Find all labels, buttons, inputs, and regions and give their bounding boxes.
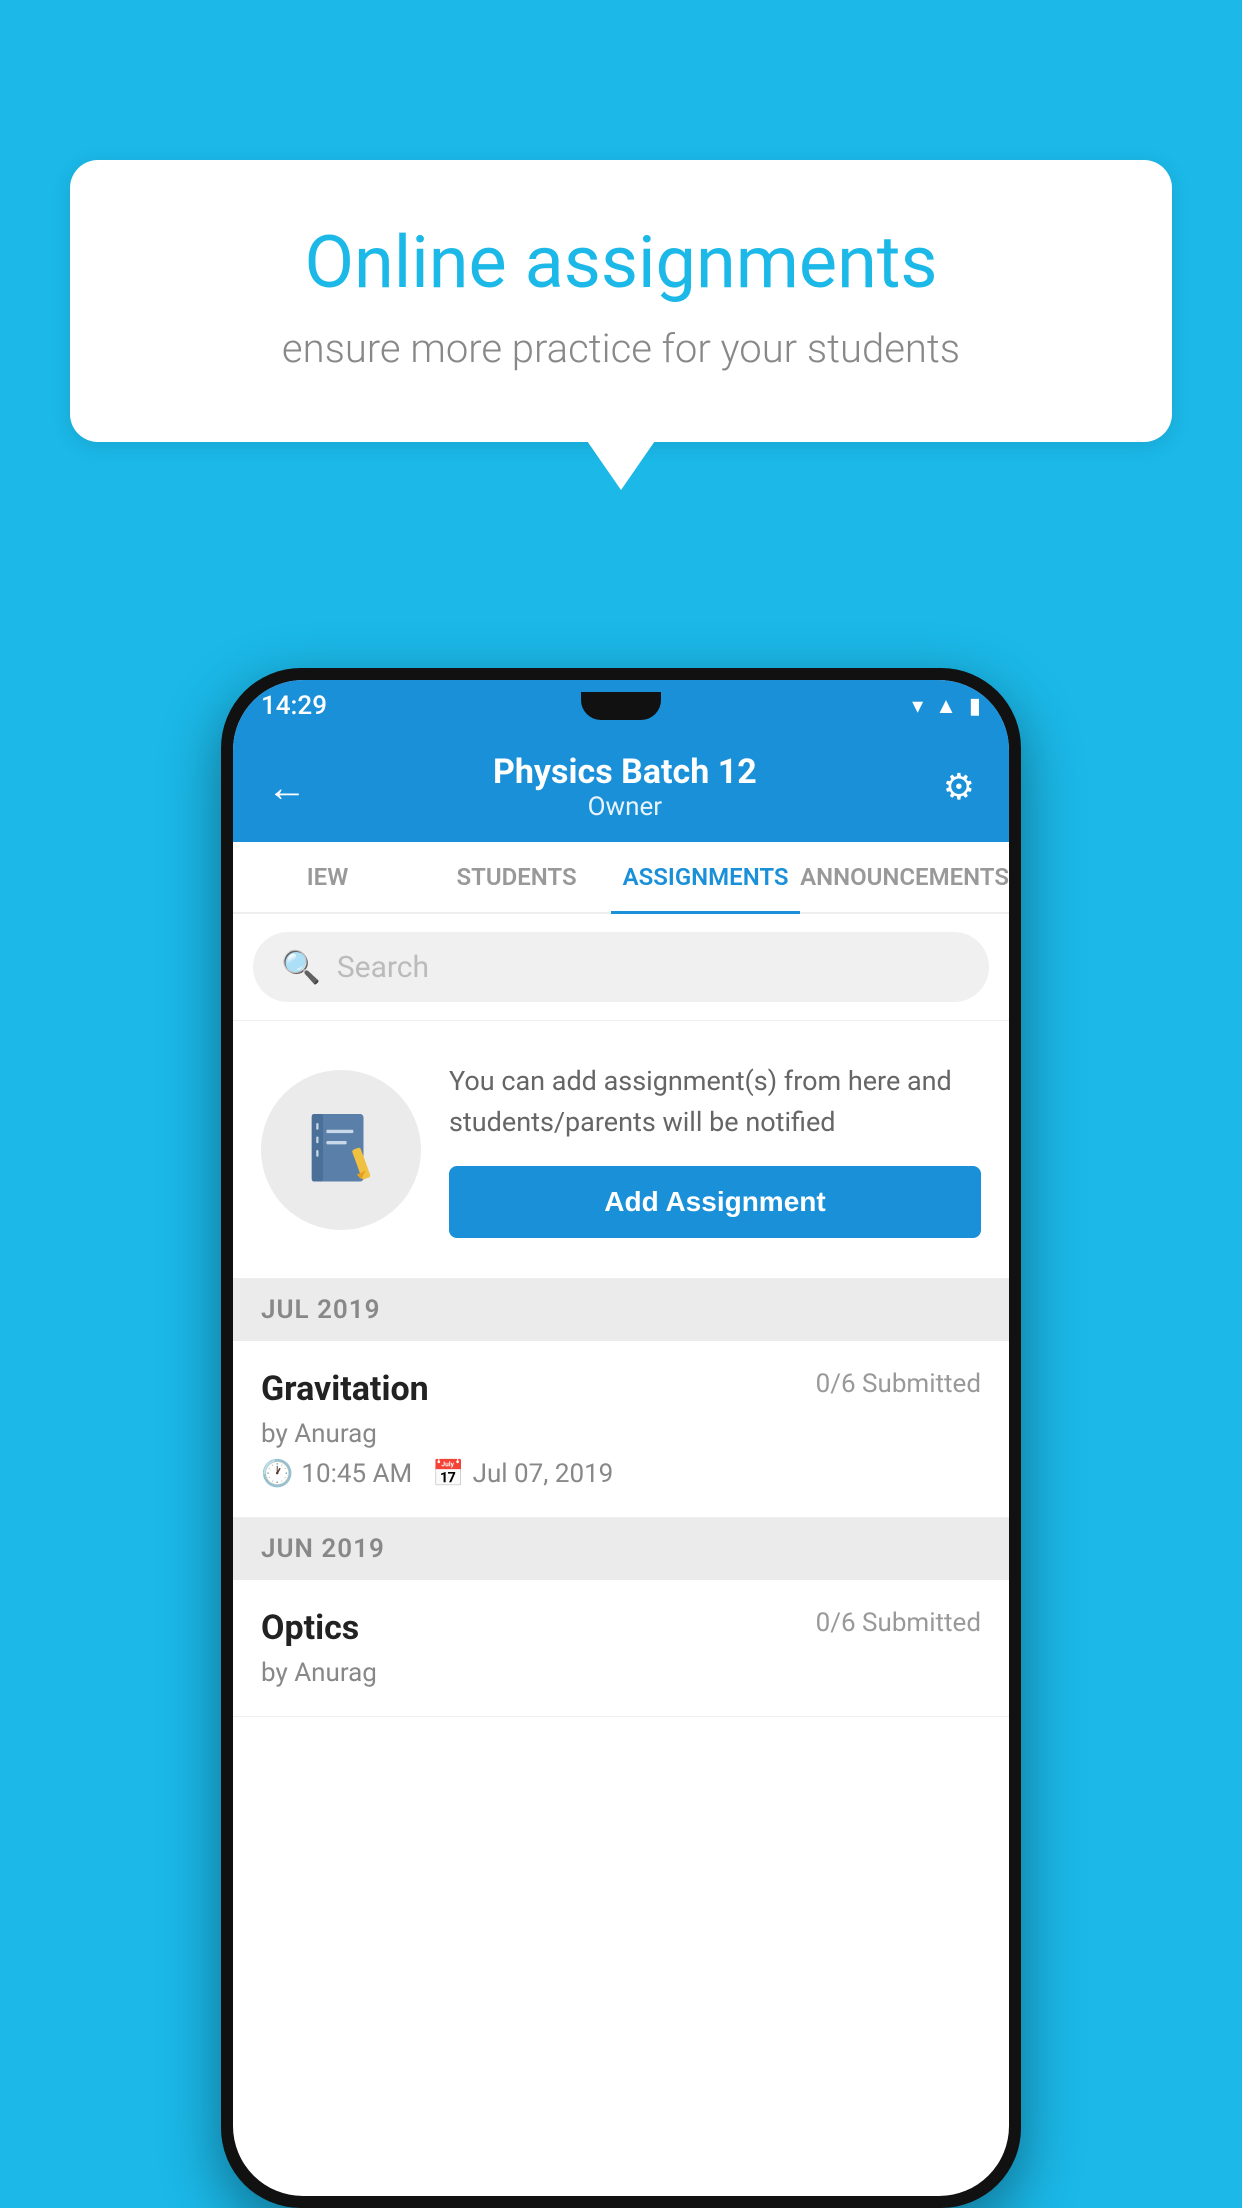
assignment-name-optics: Optics [261, 1608, 359, 1648]
add-assignment-section: You can add assignment(s) from here and … [233, 1021, 1009, 1279]
clock-icon: 🕐 [261, 1459, 293, 1489]
app-bar-title: Physics Batch 12 [317, 752, 933, 792]
signal-icon: ▲ [935, 693, 957, 719]
settings-button[interactable]: ⚙ [933, 756, 985, 818]
assignment-icon-circle [261, 1070, 421, 1230]
notebook-icon [296, 1105, 386, 1195]
assignment-time: 10:45 AM [301, 1459, 412, 1489]
app-bar: ← Physics Batch 12 Owner ⚙ [233, 732, 1009, 842]
content-area: 🔍 Search [233, 914, 1009, 1717]
assignment-submitted: 0/6 Submitted [816, 1369, 981, 1399]
assignment-author: by Anurag [261, 1419, 981, 1449]
time-item: 🕐 10:45 AM [261, 1459, 412, 1489]
tabs-bar: IEW STUDENTS ASSIGNMENTS ANNOUNCEMENTS [233, 842, 1009, 914]
assignment-item-gravitation[interactable]: Gravitation 0/6 Submitted by Anurag 🕐 10… [233, 1341, 1009, 1518]
app-bar-title-container: Physics Batch 12 Owner [317, 752, 933, 822]
search-placeholder: Search [337, 950, 429, 985]
phone-frame: 14:29 ▾ ▲ ▮ ← Physics Batch 12 Owner ⚙ I… [221, 668, 1021, 2208]
speech-bubble-container: Online assignments ensure more practice … [70, 160, 1172, 442]
search-bar[interactable]: 🔍 Search [253, 932, 989, 1002]
wifi-icon: ▾ [912, 694, 923, 719]
speech-bubble: Online assignments ensure more practice … [70, 160, 1172, 442]
tab-assignments[interactable]: ASSIGNMENTS [611, 842, 800, 914]
assignment-name: Gravitation [261, 1369, 429, 1409]
assignment-author-optics: by Anurag [261, 1658, 981, 1688]
section-header-jun: JUN 2019 [233, 1518, 1009, 1580]
status-icons: ▾ ▲ ▮ [912, 693, 981, 719]
tab-announcements[interactable]: ANNOUNCEMENTS [800, 842, 1009, 914]
phone-screen: 14:29 ▾ ▲ ▮ ← Physics Batch 12 Owner ⚙ I… [233, 680, 1009, 2196]
search-container: 🔍 Search [233, 914, 1009, 1021]
status-time: 14:29 [261, 691, 327, 721]
battery-icon: ▮ [969, 694, 981, 719]
assignment-time-row: 🕐 10:45 AM 📅 Jul 07, 2019 [261, 1459, 981, 1489]
app-bar-subtitle: Owner [317, 792, 933, 822]
bubble-subtitle: ensure more practice for your students [150, 325, 1092, 372]
search-icon: 🔍 [281, 948, 321, 986]
assignment-item-header: Gravitation 0/6 Submitted [261, 1369, 981, 1409]
bubble-title: Online assignments [150, 220, 1092, 305]
assignment-item-optics-header: Optics 0/6 Submitted [261, 1608, 981, 1648]
calendar-icon: 📅 [432, 1459, 464, 1489]
date-item: 📅 Jul 07, 2019 [432, 1459, 613, 1489]
tab-students[interactable]: STUDENTS [422, 842, 611, 914]
assignment-submitted-optics: 0/6 Submitted [816, 1608, 981, 1638]
section-header-jul: JUL 2019 [233, 1279, 1009, 1341]
tab-iew[interactable]: IEW [233, 842, 422, 914]
phone-notch [581, 692, 661, 720]
add-assignment-button[interactable]: Add Assignment [449, 1166, 981, 1238]
add-assignment-content: You can add assignment(s) from here and … [449, 1061, 981, 1238]
assignment-date: Jul 07, 2019 [473, 1459, 614, 1489]
add-assignment-description: You can add assignment(s) from here and … [449, 1061, 981, 1142]
back-button[interactable]: ← [257, 754, 317, 821]
assignment-item-optics[interactable]: Optics 0/6 Submitted by Anurag [233, 1580, 1009, 1717]
